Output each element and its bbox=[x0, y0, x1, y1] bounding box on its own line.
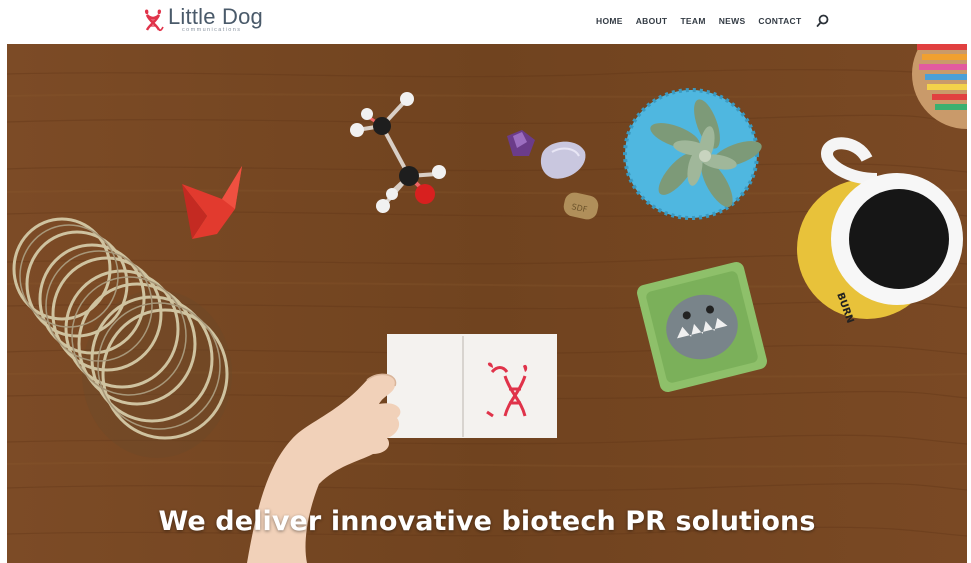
hero-headline: We deliver innovative biotech PR solutio… bbox=[158, 506, 816, 537]
nav-about[interactable]: ABOUT bbox=[636, 16, 668, 26]
site-header: Little Dog communications HOME ABOUT TEA… bbox=[0, 0, 971, 44]
molecule-model-illustration bbox=[350, 92, 446, 213]
nav-team[interactable]: TEAM bbox=[680, 16, 705, 26]
search-icon[interactable] bbox=[816, 14, 830, 28]
monster-coaster-illustration bbox=[637, 262, 767, 392]
succulent-pot-illustration bbox=[623, 88, 762, 220]
main-nav: HOME ABOUT TEAM NEWS CONTACT bbox=[596, 14, 830, 28]
logo-text: Little Dog communications bbox=[168, 4, 263, 34]
nav-contact[interactable]: CONTACT bbox=[758, 16, 801, 26]
nav-home[interactable]: HOME bbox=[596, 16, 623, 26]
dna-dog-logo-icon bbox=[144, 9, 164, 32]
site-logo[interactable]: Little Dog communications bbox=[142, 5, 272, 39]
gemstones-illustration: SDF bbox=[507, 130, 599, 220]
hero-banner: SDF BURN We deliver innovative biotech P… bbox=[7, 44, 967, 563]
slinky-illustration bbox=[12, 217, 232, 458]
logo-name: Little Dog bbox=[168, 4, 263, 29]
nav-news[interactable]: NEWS bbox=[719, 16, 746, 26]
origami-crane-illustration bbox=[182, 166, 242, 239]
colored-pencils-illustration bbox=[912, 44, 967, 129]
coffee-mug-illustration: BURN bbox=[797, 137, 963, 325]
notecard-illustration bbox=[387, 334, 557, 438]
logo-subtitle: communications bbox=[182, 27, 242, 33]
desk-scene: SDF BURN bbox=[12, 44, 967, 563]
